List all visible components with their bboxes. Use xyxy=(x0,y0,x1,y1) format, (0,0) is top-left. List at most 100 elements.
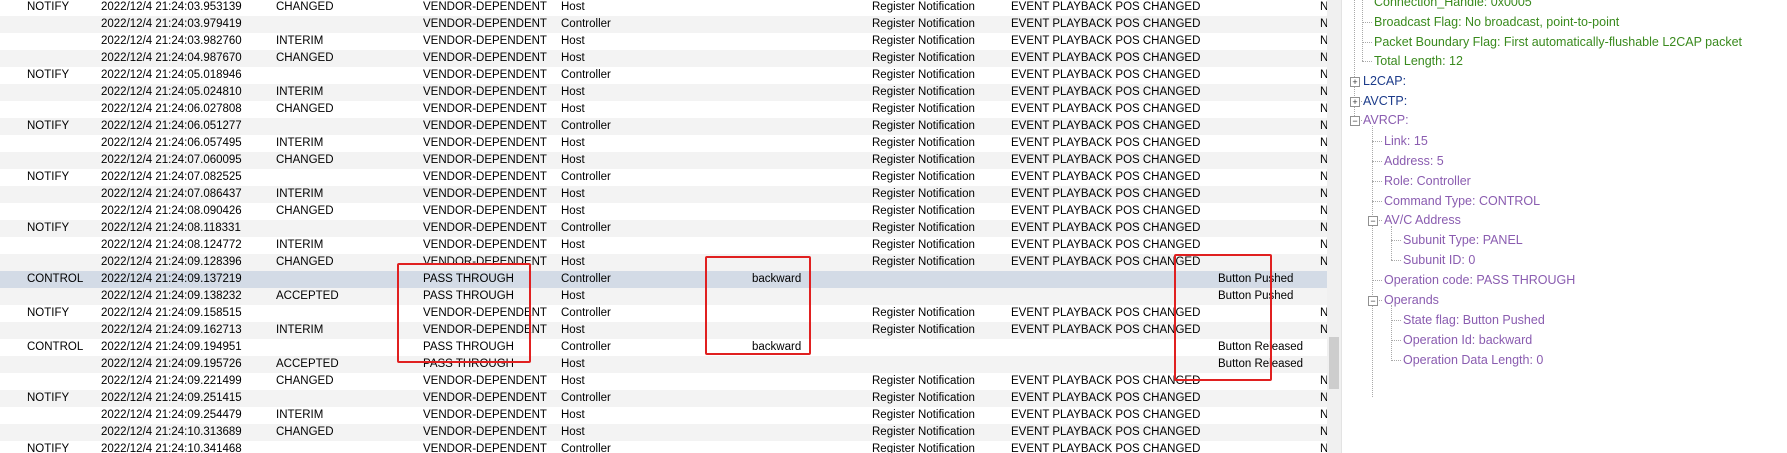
tree-node-avrcp[interactable]: AVRCP: xyxy=(1363,110,1409,130)
cell-timestamp: 2022/12/4 21:24:06.051277 xyxy=(101,120,242,132)
cell-role: Host xyxy=(561,205,585,217)
collapse-minus-icon[interactable]: − xyxy=(1368,296,1378,306)
cell-timestamp: 2022/12/4 21:24:10.313689 xyxy=(101,426,242,438)
collapse-minus-icon[interactable]: − xyxy=(1350,116,1360,126)
packet-list[interactable]: NOTIFY 2022/12/4 21:24:03.953139 CHANGED VE… xyxy=(0,0,1327,453)
tree-node-avctp[interactable]: AVCTP: xyxy=(1363,91,1407,111)
tree-guide-line xyxy=(1362,42,1372,43)
packet-detail-tree[interactable]: Connection_Handle: 0x0005 Broadcast Flag… xyxy=(1349,0,1787,453)
cell-ctype: CONTROL xyxy=(27,273,84,285)
table-row[interactable]: 2022/12/4 21:24:09.254479 INTERIM VENDOR-D… xyxy=(0,407,1327,424)
table-row[interactable]: 2022/12/4 21:24:10.313689 CHANGED VENDOR-D… xyxy=(0,424,1327,441)
tree-node-av-c-address[interactable]: AV/C Address xyxy=(1384,210,1461,230)
table-row[interactable]: 2022/12/4 21:24:08.090426 CHANGED VENDOR-D… xyxy=(0,203,1327,220)
tree-guide-line xyxy=(1372,161,1382,162)
tree-node-subunit-id[interactable]: Subunit ID: 0 xyxy=(1403,250,1475,270)
list-scrollbar[interactable] xyxy=(1327,0,1341,453)
tree-node-operation-code[interactable]: Operation code: PASS THROUGH xyxy=(1384,270,1575,290)
table-row[interactable]: 2022/12/4 21:24:09.138232 ACCEPTED PASS TH… xyxy=(0,288,1327,305)
cell-opcode: VENDOR-DEPENDENT xyxy=(423,103,547,115)
cell-role: Host xyxy=(561,375,585,387)
cell-role: Host xyxy=(561,103,585,115)
cell-role: Host xyxy=(561,256,585,268)
cell-operation-id: backward xyxy=(752,273,802,285)
expand-plus-icon[interactable]: + xyxy=(1350,97,1360,107)
cell-event-id: EVENT PLAYBACK POS CHANGED xyxy=(1011,239,1201,251)
list-scrollbar-thumb[interactable] xyxy=(1329,337,1339,389)
cell-event-id: EVENT PLAYBACK POS CHANGED xyxy=(1011,188,1201,200)
table-row[interactable]: NOTIFY 2022/12/4 21:24:07.082525 VENDOR-DE… xyxy=(0,169,1327,186)
cell-response: CHANGED xyxy=(276,426,334,438)
table-row[interactable]: CONTROL 2022/12/4 21:24:09.194951 PASS THR… xyxy=(0,339,1327,356)
cell-timestamp: 2022/12/4 21:24:04.987670 xyxy=(101,52,242,64)
table-row[interactable]: 2022/12/4 21:24:08.124772 INTERIM VENDOR-D… xyxy=(0,237,1327,254)
cell-opcode: VENDOR-DEPENDENT xyxy=(423,239,547,251)
tree-node-operation-data-length[interactable]: Operation Data Length: 0 xyxy=(1403,350,1543,370)
cell-timestamp: 2022/12/4 21:24:03.979419 xyxy=(101,18,242,30)
table-row[interactable]: 2022/12/4 21:24:09.162713 INTERIM VENDOR-D… xyxy=(0,322,1327,339)
cell-response: CHANGED xyxy=(276,103,334,115)
table-row[interactable]: 2022/12/4 21:24:03.979419 VENDOR-DEPENDEN… xyxy=(0,16,1327,33)
tree-guide-line xyxy=(1362,22,1372,23)
table-row[interactable]: 2022/12/4 21:24:05.024810 INTERIM VENDOR-D… xyxy=(0,84,1327,101)
cell-response: CHANGED xyxy=(276,205,334,217)
tree-node-role[interactable]: Role: Controller xyxy=(1384,171,1471,191)
table-row[interactable]: 2022/12/4 21:24:09.128396 CHANGED VENDOR-D… xyxy=(0,254,1327,271)
tree-node-l2cap[interactable]: L2CAP: xyxy=(1363,71,1406,91)
tree-node-connection-handle[interactable]: Connection_Handle: 0x0005 xyxy=(1374,0,1532,12)
tree-guide-line xyxy=(1372,141,1382,142)
table-row[interactable]: 2022/12/4 21:24:09.221499 CHANGED VENDOR-D… xyxy=(0,373,1327,390)
cell-event-id: EVENT PLAYBACK POS CHANGED xyxy=(1011,392,1201,404)
cell-response: ACCEPTED xyxy=(276,290,339,302)
cell-opcode: VENDOR-DEPENDENT xyxy=(423,222,547,234)
table-row[interactable]: 2022/12/4 21:24:09.195726 ACCEPTED PASS TH… xyxy=(0,356,1327,373)
table-row[interactable]: 2022/12/4 21:24:07.086437 INTERIM VENDOR-D… xyxy=(0,186,1327,203)
tree-guide-line xyxy=(1391,320,1401,321)
cell-opcode: PASS THROUGH xyxy=(423,341,514,353)
cell-extra: N xyxy=(1320,426,1327,438)
cell-extra: N xyxy=(1320,256,1327,268)
cell-state: Button Pushed xyxy=(1218,273,1294,285)
cell-response: INTERIM xyxy=(276,35,324,47)
expand-plus-icon[interactable]: + xyxy=(1350,77,1360,87)
table-row[interactable]: NOTIFY 2022/12/4 21:24:03.953139 CHANGED VE… xyxy=(0,0,1327,16)
table-row[interactable]: NOTIFY 2022/12/4 21:24:09.251415 VENDOR-DE… xyxy=(0,390,1327,407)
tree-node-broadcast-flag[interactable]: Broadcast Flag: No broadcast, point-to-p… xyxy=(1374,12,1619,32)
tree-node-total-length[interactable]: Total Length: 12 xyxy=(1374,51,1463,71)
tree-node-operation-id[interactable]: Operation Id: backward xyxy=(1403,330,1532,350)
table-row[interactable]: 2022/12/4 21:24:07.060095 CHANGED VENDOR-D… xyxy=(0,152,1327,169)
cell-extra: N xyxy=(1320,103,1327,115)
tree-node-operands[interactable]: Operands xyxy=(1384,290,1439,310)
table-row[interactable]: 2022/12/4 21:24:06.027808 CHANGED VENDOR-D… xyxy=(0,101,1327,118)
tree-guide-line xyxy=(1391,305,1392,361)
table-row[interactable]: 2022/12/4 21:24:06.057495 INTERIM VENDOR-D… xyxy=(0,135,1327,152)
cell-ctype: NOTIFY xyxy=(27,392,70,404)
table-row[interactable]: NOTIFY 2022/12/4 21:24:10.341468 VENDOR-DE… xyxy=(0,441,1327,453)
tree-node-state-flag[interactable]: State flag: Button Pushed xyxy=(1403,310,1545,330)
tree-guide-line xyxy=(1372,126,1373,397)
cell-role: Host xyxy=(561,52,585,64)
cell-ctype: NOTIFY xyxy=(27,1,70,13)
tree-node-command-type[interactable]: Command Type: CONTROL xyxy=(1384,191,1540,211)
cell-response: INTERIM xyxy=(276,86,324,98)
table-row[interactable]: NOTIFY 2022/12/4 21:24:09.158515 VENDOR-DE… xyxy=(0,305,1327,322)
table-row[interactable]: NOTIFY 2022/12/4 21:24:05.018946 VENDOR-DE… xyxy=(0,67,1327,84)
cell-event-id: EVENT PLAYBACK POS CHANGED xyxy=(1011,256,1201,268)
table-row[interactable]: CONTROL 2022/12/4 21:24:09.137219 PASS THR… xyxy=(0,271,1327,288)
cell-timestamp: 2022/12/4 21:24:09.194951 xyxy=(101,341,242,353)
table-row[interactable]: 2022/12/4 21:24:03.982760 INTERIM VENDOR-D… xyxy=(0,33,1327,50)
tree-node-link[interactable]: Link: 15 xyxy=(1384,131,1428,151)
cell-extra: N xyxy=(1320,409,1327,421)
collapse-minus-icon[interactable]: − xyxy=(1368,216,1378,226)
tree-node-packet-boundary-flag[interactable]: Packet Boundary Flag: First automaticall… xyxy=(1374,32,1742,52)
tree-node-address[interactable]: Address: 5 xyxy=(1384,151,1444,171)
table-row[interactable]: 2022/12/4 21:24:04.987670 CHANGED VENDOR-D… xyxy=(0,50,1327,67)
table-row[interactable]: NOTIFY 2022/12/4 21:24:08.118331 VENDOR-DE… xyxy=(0,220,1327,237)
cell-opcode: VENDOR-DEPENDENT xyxy=(423,307,547,319)
table-row[interactable]: NOTIFY 2022/12/4 21:24:06.051277 VENDOR-DE… xyxy=(0,118,1327,135)
cell-extra: N xyxy=(1320,137,1327,149)
cell-response: ACCEPTED xyxy=(276,358,339,370)
cell-extra: N xyxy=(1320,35,1327,47)
tree-guide-line xyxy=(1391,340,1401,341)
tree-node-subunit-type[interactable]: Subunit Type: PANEL xyxy=(1403,230,1523,250)
